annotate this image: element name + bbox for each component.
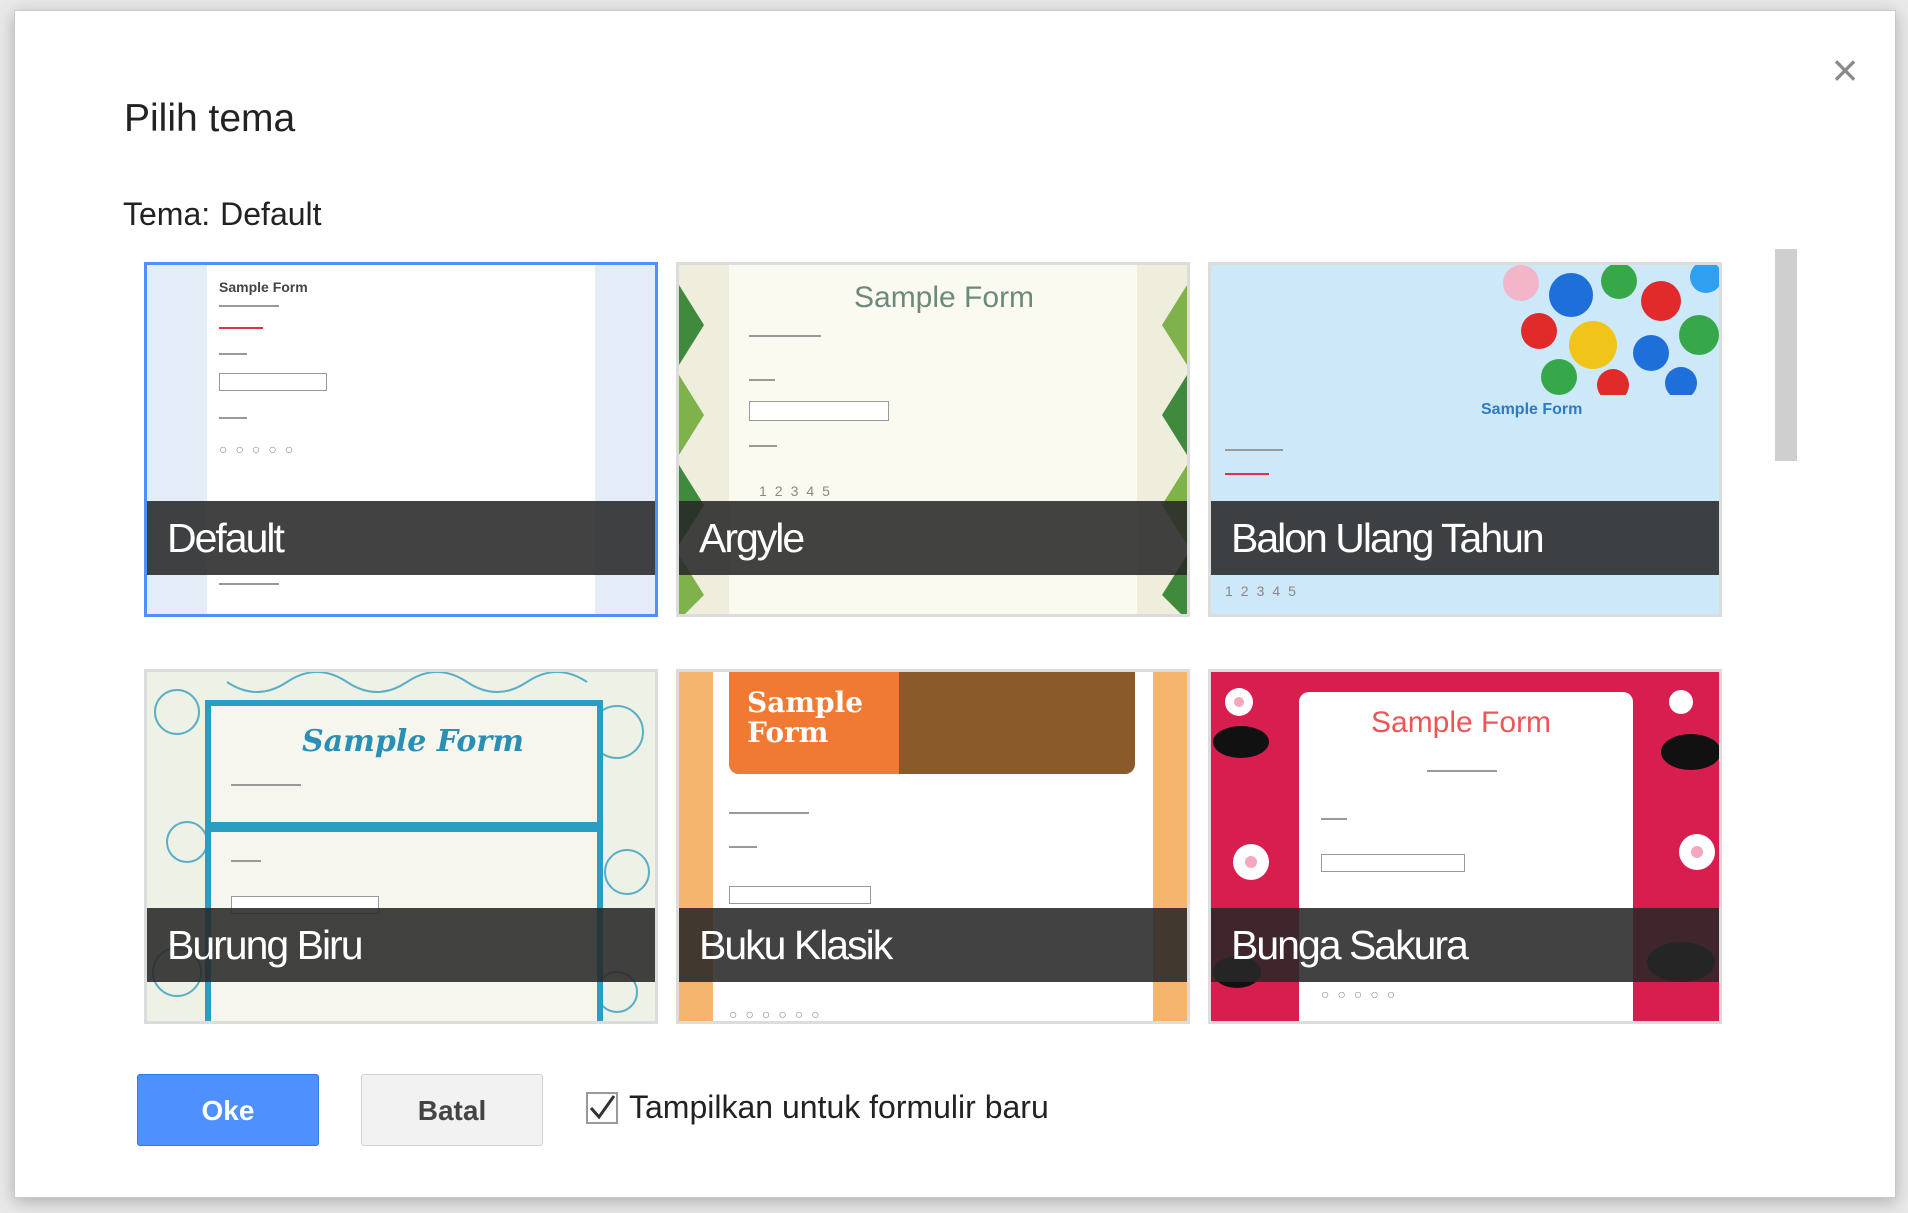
theme-label: Buku Klasik (679, 908, 1187, 982)
scrollbar-thumb[interactable] (1775, 249, 1797, 461)
theme-label: Default (147, 501, 655, 575)
theme-tile-argyle[interactable]: Sample Form 12345 Argyle (676, 262, 1190, 617)
theme-dialog: × Pilih tema Tema: Default Sample Form ○○… (14, 10, 1896, 1198)
theme-label: Bunga Sakura (1211, 908, 1719, 982)
theme-tile-bunga-sakura[interactable]: Sample Form ○○○○○ Bunga Sakura (1208, 669, 1722, 1024)
preview-title: Sample Form (219, 279, 308, 295)
preview-title: Sample Form (747, 686, 864, 749)
theme-label: Argyle (679, 501, 1187, 575)
theme-label: Balon Ulang Tahun (1211, 501, 1719, 575)
current-theme-label: Tema: (123, 196, 211, 232)
show-for-new-forms-label[interactable]: Tampilkan untuk formulir baru (629, 1089, 1049, 1126)
theme-tile-burung-biru[interactable]: Sample Form Burung Biru (144, 669, 658, 1024)
theme-label: Burung Biru (147, 908, 655, 982)
current-theme-value: Default (220, 196, 322, 232)
theme-tile-buku-klasik[interactable]: Sample Form ○○○○○○ Buku Klasik (676, 669, 1190, 1024)
theme-tile-balon-ulang-tahun[interactable]: Sample Form 12345 Balon Ulang Tahun (1208, 262, 1722, 617)
preview-title: Sample Form (854, 281, 1035, 314)
show-for-new-forms-checkbox[interactable] (586, 1092, 618, 1124)
close-icon[interactable]: × (1822, 47, 1868, 93)
preview-title: Sample Form (302, 724, 524, 759)
preview-title: Sample Form (1371, 706, 1552, 739)
dialog-title: Pilih tema (124, 97, 296, 140)
cancel-button[interactable]: Batal (361, 1074, 543, 1146)
current-theme: Tema: Default (123, 196, 322, 233)
checkmark-icon (589, 1095, 616, 1120)
balloons-graphic (1503, 265, 1719, 395)
preview-title: Sample Form (1481, 401, 1583, 418)
ok-button[interactable]: Oke (137, 1074, 319, 1146)
theme-tile-default[interactable]: Sample Form ○○○○○ Default (144, 262, 658, 617)
